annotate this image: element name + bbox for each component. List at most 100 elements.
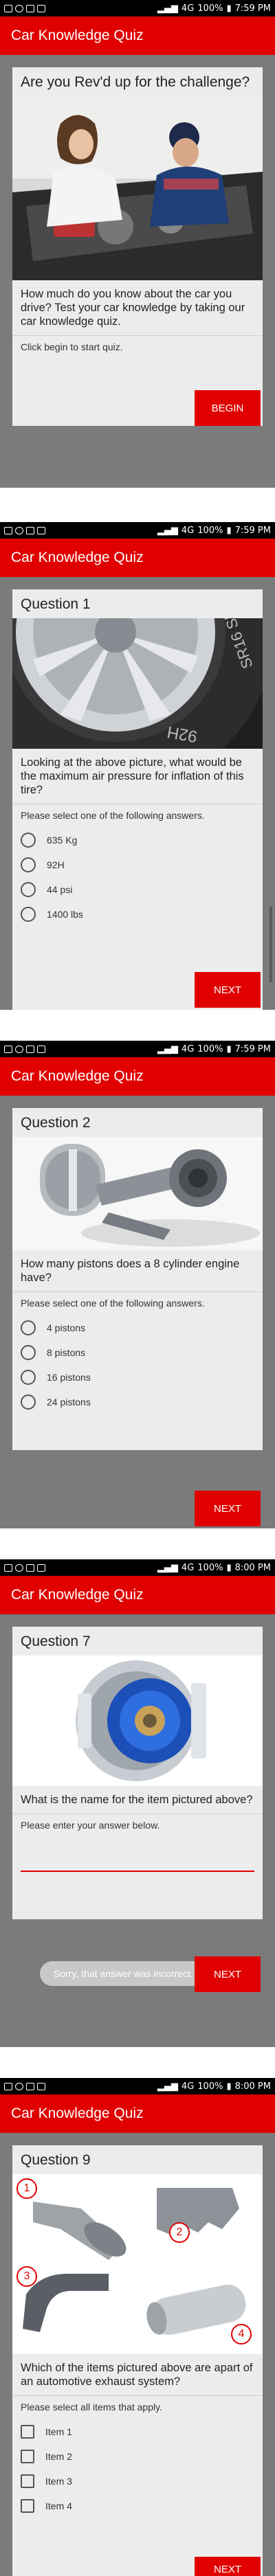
option-label: Item 3 <box>45 2476 72 2487</box>
clock: 8:00 PM <box>234 2081 271 2092</box>
status-bar: ▂▄▆ 4G 100% ▮ 7:59 PM <box>0 522 275 539</box>
network-type: 4G <box>181 2081 195 2092</box>
answer-option[interactable]: 4 pistons <box>21 1315 254 1340</box>
signal-icon: ▂▄▆ <box>157 525 178 536</box>
question-instruction: Please select one of the following answe… <box>21 1298 205 1309</box>
battery-level: 100% <box>197 525 223 536</box>
intro-description: How much do you know about the car you d… <box>12 280 263 336</box>
checkbox[interactable] <box>21 2425 34 2439</box>
option-label: 24 pistons <box>47 1397 91 1408</box>
piston-photo <box>12 1137 263 1250</box>
screen-question-9: ▂▄▆ 4G 100% ▮ 8:00 PM Car Knowledge Quiz… <box>0 2078 275 2576</box>
option-label: Item 4 <box>45 2500 72 2511</box>
app-bar: Car Knowledge Quiz <box>0 16 275 55</box>
answer-option[interactable]: Item 3 <box>21 2469 254 2494</box>
sync-icon <box>15 526 23 534</box>
radio-button[interactable] <box>21 1345 36 1360</box>
answer-option[interactable]: 635 Kg <box>21 828 254 852</box>
battery-level: 100% <box>197 2081 223 2092</box>
clock: 7:59 PM <box>234 525 271 536</box>
begin-button[interactable]: BEGIN <box>195 390 261 426</box>
app-title: Car Knowledge Quiz <box>11 27 144 43</box>
option-label: 4 pistons <box>47 1322 86 1333</box>
checkbox[interactable] <box>21 2474 34 2488</box>
image-icon <box>26 1563 34 1572</box>
radio-button[interactable] <box>21 1370 36 1385</box>
notification-icons <box>4 1563 45 1572</box>
option-label: 8 pistons <box>47 1347 86 1358</box>
download-icon <box>37 526 45 534</box>
radio-button[interactable] <box>21 857 36 872</box>
clock: 7:59 PM <box>234 1043 271 1054</box>
card-title: Are you Rev'd up for the challenge? <box>21 74 250 90</box>
screen-question-1: ▂▄▆ 4G 100% ▮ 7:59 PM Car Knowledge Quiz… <box>0 522 275 1010</box>
battery-icon: ▮ <box>226 3 232 14</box>
intro-instruction: Click begin to start quiz. <box>21 341 123 352</box>
question-text: Which of the items pictured above are ap… <box>12 2354 263 2396</box>
battery-icon: ▮ <box>226 1043 232 1054</box>
signal-icon: ▂▄▆ <box>157 1043 178 1054</box>
download-icon <box>37 2082 45 2090</box>
network-type: 4G <box>181 1043 195 1054</box>
radio-button[interactable] <box>21 1394 36 1410</box>
checkbox[interactable] <box>21 2450 34 2463</box>
question-text: How many pistons does a 8 cylinder engin… <box>12 1250 263 1292</box>
checkbox[interactable] <box>21 2499 34 2513</box>
message-icon <box>4 526 12 534</box>
status-bar: ▂▄▆ 4G 100% ▮ 7:59 PM <box>0 0 275 16</box>
quiz-card: Are you Rev'd up for the challenge? How … <box>12 67 263 426</box>
answer-option[interactable]: Item 2 <box>21 2444 254 2469</box>
next-button[interactable]: NEXT <box>195 1956 261 1992</box>
scrollbar[interactable] <box>270 907 272 982</box>
question-number: Question 9 <box>21 2152 91 2168</box>
signal-icon: ▂▄▆ <box>157 1562 178 1573</box>
network-type: 4G <box>181 1562 195 1573</box>
answer-option[interactable]: Item 4 <box>21 2494 254 2518</box>
image-icon <box>26 4 34 12</box>
item-4-badge: 4 <box>231 2324 252 2345</box>
answer-option[interactable]: 92H <box>21 852 254 877</box>
download-icon <box>37 1563 45 1572</box>
next-button[interactable]: NEXT <box>195 1491 261 1526</box>
answer-option[interactable]: 24 pistons <box>21 1390 254 1414</box>
answer-options: 4 pistons 8 pistons 16 pistons 24 piston… <box>12 1314 263 1416</box>
quiz-card: Question 7 What is the name for the item… <box>12 1627 263 1919</box>
radio-button[interactable] <box>21 882 36 897</box>
answer-option[interactable]: Item 1 <box>21 2419 254 2444</box>
question-number: Question 7 <box>21 1634 91 1649</box>
notification-icons <box>4 1045 45 1053</box>
answer-option[interactable]: 44 psi <box>21 877 254 902</box>
answer-input[interactable] <box>21 1851 254 1872</box>
option-label: 1400 lbs <box>47 909 83 920</box>
option-label: Item 2 <box>45 2451 72 2462</box>
tire-photo: 92H SR16 SL <box>12 618 263 749</box>
exhaust-items-photo: 1 2 3 4 <box>12 2174 263 2354</box>
answer-option[interactable]: 16 pistons <box>21 1365 254 1390</box>
radio-button[interactable] <box>21 833 36 848</box>
radio-button[interactable] <box>21 907 36 922</box>
item-3-badge: 3 <box>16 2266 37 2287</box>
mechanic-photo <box>12 96 263 280</box>
answer-options: 635 Kg 92H 44 psi 1400 lbs <box>12 826 263 928</box>
message-icon <box>4 2082 12 2090</box>
status-bar: ▂▄▆ 4G 100% ▮ 8:00 PM <box>0 2078 275 2094</box>
item-2-badge: 2 <box>169 2222 190 2243</box>
app-title: Car Knowledge Quiz <box>11 1068 144 1084</box>
network-type: 4G <box>181 3 195 14</box>
answer-option[interactable]: 1400 lbs <box>21 902 254 927</box>
next-button[interactable]: NEXT <box>195 972 261 1008</box>
answer-option[interactable]: 8 pistons <box>21 1340 254 1365</box>
message-icon <box>4 4 12 12</box>
screen-intro: ▂▄▆ 4G 100% ▮ 7:59 PM Car Knowledge Quiz… <box>0 0 275 488</box>
answer-options: Item 1 Item 2 Item 3 Item 4 <box>12 2418 263 2520</box>
sync-icon <box>15 1045 23 1053</box>
sync-icon <box>15 2082 23 2090</box>
next-button[interactable]: NEXT <box>195 2557 261 2576</box>
radio-button[interactable] <box>21 1320 36 1335</box>
quiz-card: Question 9 1 2 3 4 Which of the items pi… <box>12 2145 263 2576</box>
message-icon <box>4 1045 12 1053</box>
item-1-badge: 1 <box>16 2178 37 2199</box>
download-icon <box>37 4 45 12</box>
incorrect-toast: Sorry, that answer was incorrect. <box>40 1961 207 1986</box>
sync-icon <box>15 4 23 12</box>
